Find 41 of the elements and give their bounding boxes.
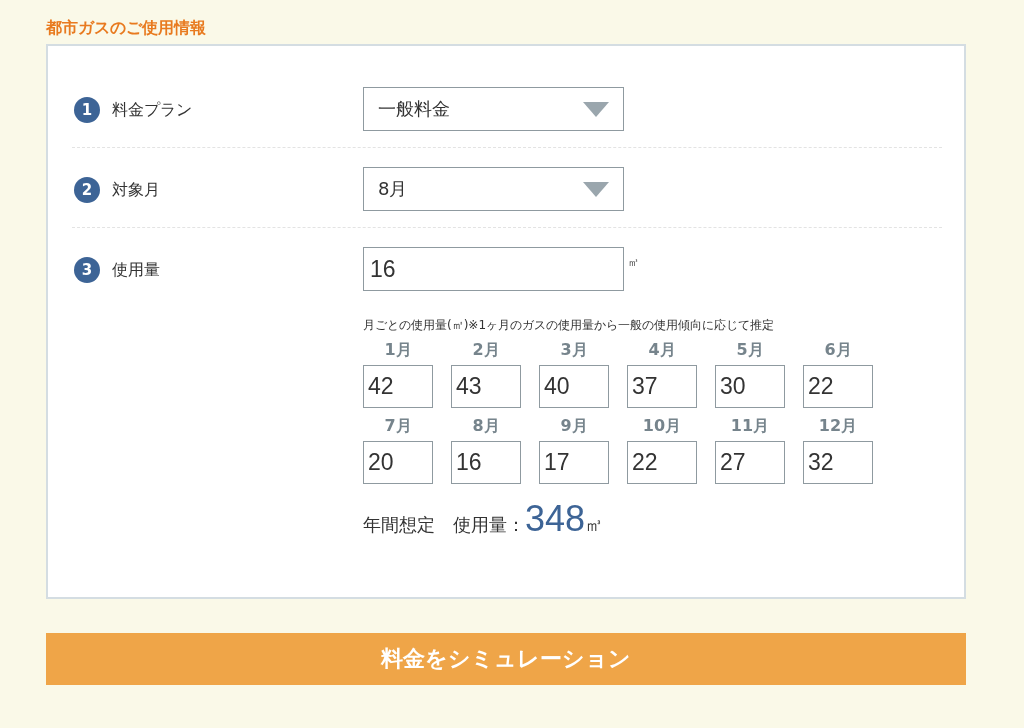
field-label: 使用量 <box>112 259 160 281</box>
dropdown-select[interactable]: 一般料金 <box>363 87 624 131</box>
month-label: 9月 <box>560 416 588 437</box>
month-input-field[interactable]: 16 <box>451 441 521 484</box>
step-number-badge: 3 <box>74 257 100 283</box>
month-label: 5月 <box>736 340 764 361</box>
month-label: 4月 <box>648 340 676 361</box>
month-input-field[interactable]: 20 <box>363 441 433 484</box>
monthly-note: 月ごとの使用量(㎥)※1ヶ月のガスの使用量から一般の使用傾向に応じて推定 <box>363 317 776 334</box>
month-input-field[interactable]: 22 <box>803 365 873 408</box>
month-label: 7月 <box>384 416 412 437</box>
month-input-field[interactable]: 17 <box>539 441 609 484</box>
field-label: 対象月 <box>112 179 160 201</box>
section-title: 都市ガスのご使用情報 <box>46 17 207 39</box>
caret-icon <box>583 101 609 117</box>
step-number-badge: 1 <box>74 97 100 123</box>
month-label: 2月 <box>472 340 500 361</box>
month-label: 10月 <box>642 416 682 437</box>
month-input-field[interactable]: 32 <box>803 441 873 484</box>
field-label: 料金プラン <box>112 99 192 121</box>
month-input-field[interactable]: 27 <box>715 441 785 484</box>
annual-value: 348 <box>525 498 586 540</box>
unit-label: ㎥ <box>628 255 639 270</box>
caret-icon <box>583 181 609 197</box>
month-label: 8月 <box>472 416 500 437</box>
month-input-field[interactable]: 43 <box>451 365 521 408</box>
month-input-field[interactable]: 30 <box>715 365 785 408</box>
annual-label: 年間想定 使用量： <box>363 513 525 537</box>
month-input-field[interactable]: 37 <box>627 365 697 408</box>
month-label: 11月 <box>730 416 770 437</box>
month-label: 3月 <box>560 340 588 361</box>
month-label: 6月 <box>824 340 852 361</box>
month-input-field[interactable]: 40 <box>539 365 609 408</box>
usage-input-field[interactable]: 16 <box>363 247 624 291</box>
unit-label: ㎥ <box>585 513 604 537</box>
month-label: 1月 <box>384 340 412 361</box>
month-input-field[interactable]: 42 <box>363 365 433 408</box>
dropdown-select[interactable]: 8月 <box>363 167 624 211</box>
step-number-badge: 2 <box>74 177 100 203</box>
month-input-field[interactable]: 22 <box>627 441 697 484</box>
month-label: 12月 <box>818 416 858 437</box>
